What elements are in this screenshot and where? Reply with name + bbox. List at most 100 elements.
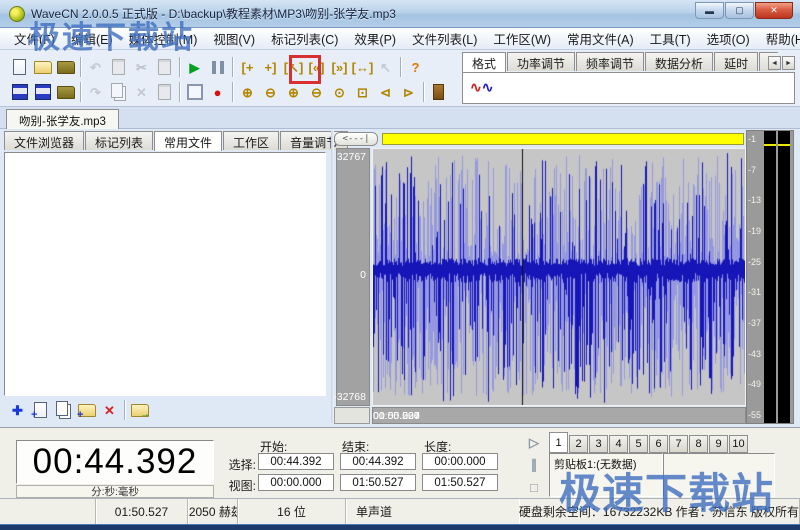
cut-button[interactable]: ✂ xyxy=(130,56,153,78)
clipboard-tab[interactable]: 8 xyxy=(689,435,708,453)
scroll-home-button[interactable]: <---| xyxy=(334,132,378,146)
copy-button[interactable] xyxy=(107,81,130,103)
select-to-end-button[interactable]: +] xyxy=(259,56,282,78)
help-button[interactable]: ? xyxy=(404,56,427,78)
open-folder-button[interactable] xyxy=(128,399,151,421)
clipboard-transport: ▷ ∥ □ xyxy=(525,434,543,496)
open-file-button[interactable] xyxy=(31,56,54,78)
add-button[interactable]: ✚ xyxy=(6,399,29,421)
waveform-canvas[interactable] xyxy=(373,149,745,405)
clipboard-tab[interactable]: 7 xyxy=(669,435,688,453)
effects-tab[interactable]: 功率调节 xyxy=(507,52,575,71)
meter-db-label: -7 xyxy=(748,165,764,175)
clipboard-tab[interactable]: 10 xyxy=(729,435,748,453)
menu-item[interactable]: 工作区(W) xyxy=(485,27,559,50)
effects-panel: 格式功率调节频率调节数据分析延时产 ◄ ► ∿∿ xyxy=(462,52,795,105)
deselect-button[interactable]: ↖ xyxy=(374,56,397,78)
clip-stop-button[interactable]: □ xyxy=(525,478,543,496)
zoom-in-vertical-button[interactable]: ⊕ xyxy=(282,81,305,103)
zoom-out-vertical-button[interactable]: ⊖ xyxy=(305,81,328,103)
duplicate-file-button[interactable] xyxy=(52,399,75,421)
menu-item[interactable]: 标记列表(C) xyxy=(263,27,346,50)
document-tab[interactable]: 吻别-张学友.mp3 xyxy=(6,109,119,129)
save-button[interactable] xyxy=(8,81,31,103)
zoom-full-button[interactable]: ⊙ xyxy=(328,81,351,103)
clip-pause-button[interactable]: ∥ xyxy=(525,456,543,474)
zoom-left-button[interactable]: ⊲ xyxy=(374,81,397,103)
left-panel-tab[interactable]: 工作区 xyxy=(223,131,279,150)
minimize-button[interactable]: ▬ xyxy=(695,2,724,19)
paste-to-new-button[interactable] xyxy=(107,56,130,78)
menu-item[interactable]: 常用文件(A) xyxy=(559,27,642,50)
exit-button[interactable] xyxy=(427,81,450,103)
pause-button[interactable] xyxy=(206,56,229,78)
clipboard-tab[interactable]: 3 xyxy=(589,435,608,453)
play-button[interactable]: ▶ xyxy=(183,56,206,78)
separator xyxy=(229,57,236,77)
paste-button[interactable] xyxy=(153,56,176,78)
menu-item[interactable]: 工具(T) xyxy=(642,27,699,50)
clipboard-tab[interactable]: 6 xyxy=(649,435,668,453)
extend-selection-button[interactable]: [↔] xyxy=(351,56,374,78)
left-panel-tab[interactable]: 标记列表 xyxy=(85,131,153,150)
separator xyxy=(176,82,183,102)
view-length-field[interactable]: 01:50.527 xyxy=(422,474,498,491)
select-from-start-button[interactable]: [+ xyxy=(236,56,259,78)
clipboard-tab[interactable]: 4 xyxy=(609,435,628,453)
menu-item[interactable]: 文件列表(L) xyxy=(404,27,485,50)
zoom-out-button[interactable]: ⊖ xyxy=(259,81,282,103)
effects-tab[interactable]: 频率调节 xyxy=(576,52,644,71)
left-panel-tab[interactable]: 文件浏览器 xyxy=(4,131,84,150)
undo-button[interactable]: ↶ xyxy=(84,56,107,78)
menu-item[interactable]: 帮助(H) xyxy=(758,27,800,50)
paste-special-button[interactable] xyxy=(153,81,176,103)
remove-button[interactable]: ✕ xyxy=(98,399,121,421)
zoom-selection-button[interactable]: ⊡ xyxy=(351,81,374,103)
zoom-right-button[interactable]: ⊳ xyxy=(397,81,420,103)
clip-play-button[interactable]: ▷ xyxy=(525,434,543,452)
format-convert-icon[interactable]: ∿∿ xyxy=(470,79,493,97)
save-session-button[interactable] xyxy=(54,81,77,103)
effects-tab[interactable]: 数据分析 xyxy=(645,52,713,71)
horizontal-scrollbar[interactable] xyxy=(382,133,744,145)
view-end-field[interactable]: 01:50.527 xyxy=(340,474,416,491)
common-files-list[interactable] xyxy=(4,152,326,396)
left-panel-tab[interactable]: 常用文件 xyxy=(154,131,222,151)
record-button[interactable]: ● xyxy=(206,81,229,103)
left-panel: 文件浏览器标记列表常用文件工作区音量调节 ✚✕ xyxy=(4,131,330,425)
waveform-display[interactable] xyxy=(372,148,746,406)
menu-item[interactable]: 效果(P) xyxy=(346,27,404,50)
add-file-button[interactable] xyxy=(29,399,52,421)
menu-item[interactable]: 视图(V) xyxy=(205,27,263,50)
new-file-button[interactable] xyxy=(8,56,31,78)
timeline-ruler: 00:00.00000:55.26401:50.527 xyxy=(372,407,746,424)
maximize-button[interactable]: ▢ xyxy=(725,2,754,19)
tab-scroll-left-icon[interactable]: ◄ xyxy=(768,56,781,70)
close-button[interactable]: ✕ xyxy=(755,2,793,19)
clipboard-tab[interactable]: 1 xyxy=(549,432,568,453)
selection-start-field[interactable]: 00:44.392 xyxy=(258,453,334,470)
main-area: 文件浏览器标记列表常用文件工作区音量调节 ✚✕ <---| 32767 0 -3… xyxy=(0,129,800,427)
effects-tab[interactable]: 格式 xyxy=(462,52,506,72)
view-start-field[interactable]: 00:00.000 xyxy=(258,474,334,491)
clipboard-tab[interactable]: 9 xyxy=(709,435,728,453)
delete-button[interactable]: ✕ xyxy=(130,81,153,103)
clipboard-tab[interactable]: 2 xyxy=(569,435,588,453)
clipboard-tab[interactable]: 5 xyxy=(629,435,648,453)
tab-scroll-right-icon[interactable]: ► xyxy=(782,56,795,70)
effects-tab[interactable]: 延时 xyxy=(714,52,758,71)
redo-button[interactable]: ↷ xyxy=(84,81,107,103)
add-folder-button[interactable] xyxy=(75,399,98,421)
meter-db-label: -19 xyxy=(748,226,764,236)
save-as-button[interactable] xyxy=(31,81,54,103)
open-session-button[interactable] xyxy=(54,56,77,78)
stop-button[interactable] xyxy=(183,81,206,103)
status-segment: 01:50.527 xyxy=(96,499,188,524)
menu-item[interactable]: 选项(O) xyxy=(699,27,758,50)
document-tab-bar: 吻别-张学友.mp3 xyxy=(0,107,800,129)
zoom-in-button[interactable]: ⊕ xyxy=(236,81,259,103)
annotation-highlight xyxy=(289,55,321,84)
selection-length-field[interactable]: 00:00.000 xyxy=(422,453,498,470)
next-marker-button[interactable]: [»] xyxy=(328,56,351,78)
selection-end-field[interactable]: 00:44.392 xyxy=(340,453,416,470)
